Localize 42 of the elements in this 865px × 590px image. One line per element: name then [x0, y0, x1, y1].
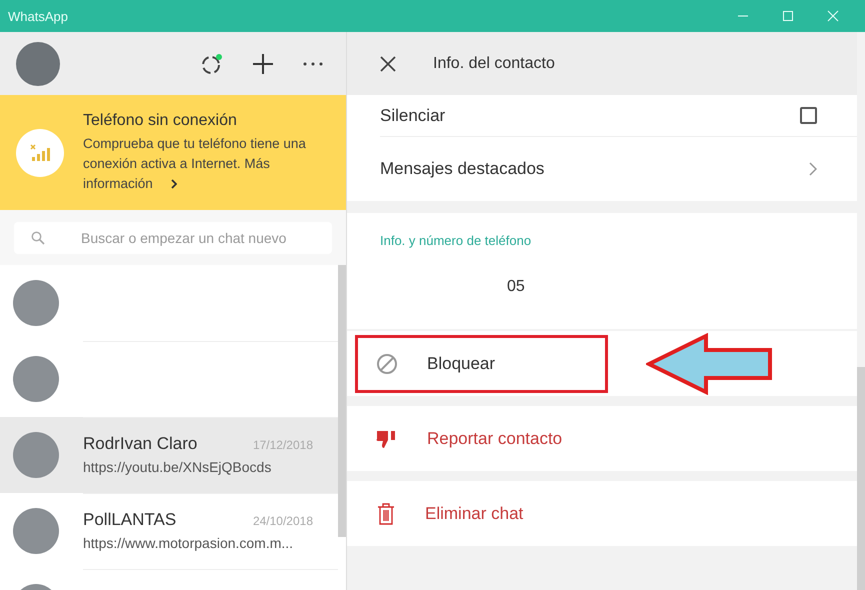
- avatar: [13, 508, 59, 554]
- plus-icon[interactable]: [252, 52, 274, 74]
- action-label: Eliminar chat: [425, 504, 524, 524]
- banner-title: Teléfono sin conexión: [83, 112, 237, 130]
- avatar: [13, 280, 59, 326]
- action-label: Bloquear: [427, 354, 496, 374]
- action-row[interactable]: Eliminar chat: [347, 481, 857, 546]
- contact-name: PollLANTAS: [83, 510, 176, 530]
- search-field[interactable]: Buscar o empezar un chat nuevo: [14, 222, 332, 254]
- trash-icon: [376, 502, 396, 526]
- window-title: WhatsApp: [8, 8, 68, 24]
- chevron-icon[interactable]: [809, 162, 817, 176]
- mute-label: Silenciar: [380, 106, 446, 126]
- avatar[interactable]: [16, 42, 60, 86]
- action-label: Reportar contacto: [427, 428, 562, 448]
- mute-checkbox[interactable]: [800, 107, 817, 124]
- scrollbar[interactable]: [857, 367, 865, 590]
- phone-number: 05: [507, 278, 526, 296]
- avatar: [13, 432, 59, 478]
- no-signal-icon: [16, 128, 64, 176]
- banner-text[interactable]: Comprueba que tu teléfono tiene una conexión activa a Internet. Más información: [83, 134, 321, 194]
- chat-date: 17/12/2018: [252, 438, 313, 452]
- block-icon: [376, 352, 398, 374]
- status-icon[interactable]: [200, 52, 224, 76]
- more-icon[interactable]: [302, 60, 324, 66]
- close-icon[interactable]: [379, 54, 397, 72]
- action-row[interactable]: Reportar contacto: [347, 406, 857, 471]
- scrollbar[interactable]: [338, 265, 346, 537]
- panel-title: Info. del contacto: [433, 54, 555, 72]
- section-label: Info. y número de teléfono: [380, 233, 532, 248]
- message-preview: https://youtu.be/XNsEjQBocds: [83, 459, 272, 475]
- chat-date: 24/10/2018: [252, 514, 313, 528]
- chat-item[interactable]: RodrIvan Claro 17/12/2018 https://youtu.be/XNsEjQBocds: [0, 417, 338, 493]
- starred-messages-label[interactable]: Mensajes destacados: [380, 159, 544, 179]
- action-row[interactable]: Bloquear: [347, 331, 857, 396]
- maximize-icon[interactable]: [782, 10, 794, 22]
- search-icon: [31, 230, 45, 244]
- chevron-icon: [171, 178, 177, 188]
- avatar: [13, 356, 59, 402]
- message-preview: https://www.motorpasion.com.m...: [83, 535, 294, 551]
- thumbs-down-icon: [376, 428, 398, 448]
- contact-name: RodrIvan Claro: [83, 434, 198, 454]
